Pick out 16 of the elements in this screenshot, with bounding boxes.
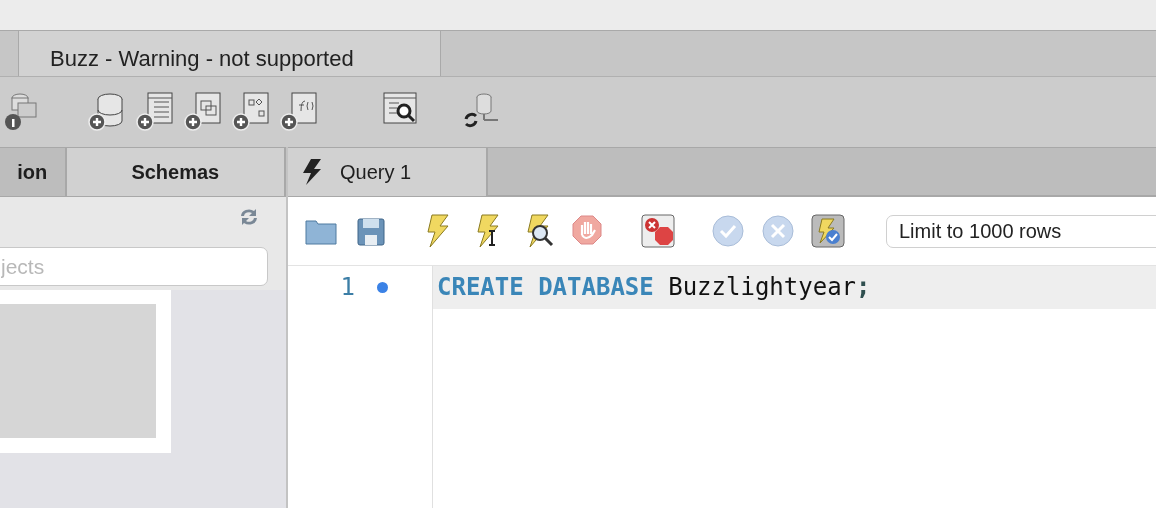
stop-error-icon[interactable] — [640, 213, 676, 249]
sidebar-tab[interactable]: ion — [0, 148, 67, 196]
check-circle-icon[interactable] — [710, 213, 746, 249]
sidebar-tab[interactable]: Schemas — [66, 148, 286, 196]
limit-dropdown[interactable]: Limit to 1000 rows — [886, 214, 1156, 248]
lightning-check-icon[interactable] — [810, 213, 846, 249]
add-table-icon[interactable] — [136, 91, 176, 133]
line-number: 1 — [340, 272, 355, 303]
add-routine-icon[interactable] — [232, 91, 272, 133]
add-function-icon[interactable] — [280, 91, 320, 133]
document-tab[interactable]: Buzz - Warning - not supported — [18, 31, 441, 76]
refresh-icon[interactable] — [238, 207, 260, 227]
query-tab[interactable]: Query 1 — [288, 148, 488, 196]
add-view-icon[interactable] — [184, 91, 224, 133]
lightning-icon — [302, 159, 322, 185]
search-field[interactable]: jects — [0, 247, 268, 286]
